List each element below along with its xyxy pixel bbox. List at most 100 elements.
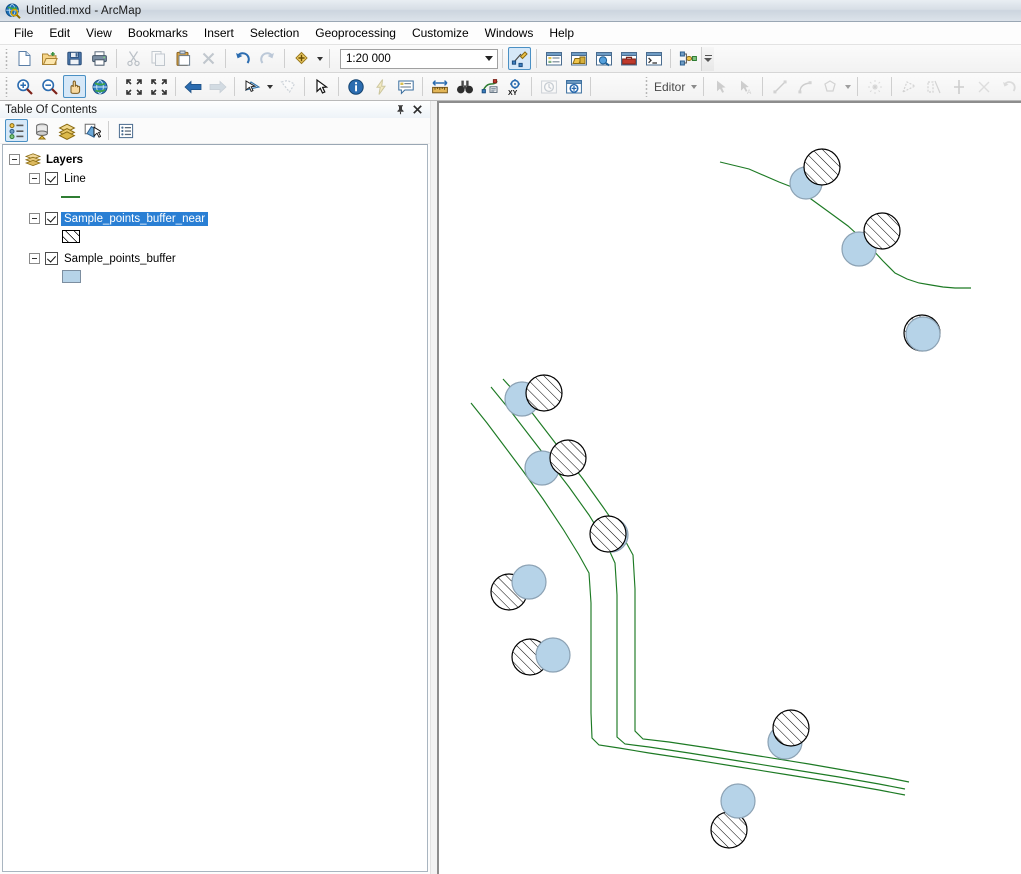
globe-full-extent-icon[interactable] xyxy=(88,75,111,98)
cut-button[interactable] xyxy=(122,47,145,70)
redo-button[interactable] xyxy=(256,47,279,70)
zoom-in-tool[interactable] xyxy=(13,75,36,98)
near-buffer-1 xyxy=(803,148,841,186)
expander-icon[interactable] xyxy=(29,213,40,224)
toolbar-separator xyxy=(891,77,893,96)
go-to-xy-icon[interactable]: XY xyxy=(503,75,526,98)
toolbar-overflow-button[interactable] xyxy=(701,46,714,71)
menu-file[interactable]: File xyxy=(6,23,41,43)
menu-bookmarks[interactable]: Bookmarks xyxy=(120,23,196,43)
menu-view[interactable]: View xyxy=(78,23,120,43)
zoom-out-tool[interactable] xyxy=(38,75,61,98)
layer-visibility-checkbox[interactable] xyxy=(45,172,58,185)
menu-help[interactable]: Help xyxy=(541,23,582,43)
toc-options-button[interactable] xyxy=(114,119,137,142)
paste-button[interactable] xyxy=(172,47,195,70)
copy-button[interactable] xyxy=(147,47,170,70)
toolbar-separator xyxy=(502,49,503,68)
python-window-button[interactable] xyxy=(642,47,665,70)
close-icon[interactable] xyxy=(410,102,425,117)
catalog-window-button[interactable] xyxy=(567,47,590,70)
map-canvas[interactable] xyxy=(439,103,1021,874)
toolbar-grip[interactable] xyxy=(3,76,10,97)
hyperlink-lightning-icon[interactable] xyxy=(369,75,392,98)
undo-edit-icon[interactable] xyxy=(997,75,1020,98)
standard-toolbar: 1:20 000 xyxy=(0,45,1021,73)
menu-geoprocessing[interactable]: Geoprocessing xyxy=(307,23,404,43)
svg-text:XY: XY xyxy=(508,90,518,96)
construction-polygon-icon[interactable] xyxy=(818,75,841,98)
edit-vertices-dotted-icon[interactable] xyxy=(863,75,886,98)
measure-ruler-icon[interactable] xyxy=(428,75,451,98)
back-arrow-icon[interactable] xyxy=(181,75,204,98)
toolbar-separator xyxy=(175,77,176,96)
print-button[interactable] xyxy=(88,47,111,70)
delete-button[interactable] xyxy=(197,47,220,70)
find-route-icon[interactable] xyxy=(478,75,501,98)
toolbar-separator xyxy=(234,77,235,96)
map-scale-combobox[interactable]: 1:20 000 xyxy=(340,48,498,69)
forward-arrow-icon[interactable] xyxy=(206,75,229,98)
straight-segment-icon[interactable] xyxy=(768,75,791,98)
fixed-zoom-out-tool[interactable] xyxy=(147,75,170,98)
layer-visibility-checkbox[interactable] xyxy=(45,212,58,225)
select-features-dropdown-arrow[interactable] xyxy=(264,75,275,98)
toc-layer-sample-points-buffer-near[interactable]: Sample_points_buffer_near xyxy=(3,209,427,228)
curve-segment-icon[interactable] xyxy=(793,75,816,98)
undo-button[interactable] xyxy=(231,47,254,70)
menu-insert[interactable]: Insert xyxy=(196,23,242,43)
toc-root-layers[interactable]: Layers xyxy=(3,150,427,169)
modelbuilder-button[interactable] xyxy=(676,47,699,70)
time-slider-clock-icon[interactable] xyxy=(537,75,560,98)
add-data-dropdown-arrow[interactable] xyxy=(314,47,325,70)
panel-splitter[interactable] xyxy=(430,101,437,874)
editor-toolbar-grip[interactable] xyxy=(643,76,650,97)
table-of-contents-button[interactable] xyxy=(542,47,565,70)
editor-toolbar-toggle[interactable] xyxy=(508,47,531,70)
toolbar-separator xyxy=(304,77,305,96)
arctoolbox-button[interactable] xyxy=(617,47,640,70)
toc-layer-tree[interactable]: Layers Line Sample_points_buffer_near Sa… xyxy=(2,144,428,872)
menu-customize[interactable]: Customize xyxy=(404,23,477,43)
fixed-zoom-in-tool[interactable] xyxy=(122,75,145,98)
editor-menu-dropdown-arrow[interactable] xyxy=(688,75,699,98)
list-by-visibility-button[interactable] xyxy=(55,119,78,142)
construction-dropdown-arrow[interactable] xyxy=(842,75,853,98)
list-by-source-button[interactable] xyxy=(30,119,53,142)
search-window-button[interactable] xyxy=(592,47,615,70)
list-by-drawing-order-button[interactable] xyxy=(5,119,28,142)
chevron-down-icon[interactable] xyxy=(481,50,497,68)
toolbar-separator xyxy=(116,77,117,96)
new-map-button[interactable] xyxy=(13,47,36,70)
menu-windows[interactable]: Windows xyxy=(477,23,542,43)
arrow-pointer-icon[interactable] xyxy=(310,75,333,98)
edit-annotation-icon[interactable]: A xyxy=(734,75,757,98)
open-button[interactable] xyxy=(38,47,61,70)
add-data-button[interactable] xyxy=(290,47,313,70)
save-button[interactable] xyxy=(63,47,86,70)
editor-menu-button[interactable]: Editor xyxy=(652,80,688,94)
binoculars-find-icon[interactable] xyxy=(453,75,476,98)
select-features-icon[interactable] xyxy=(240,75,263,98)
cut-polygons-icon[interactable] xyxy=(922,75,945,98)
pin-icon[interactable] xyxy=(393,102,408,117)
layer-visibility-checkbox[interactable] xyxy=(45,252,58,265)
toolbar-grip[interactable] xyxy=(3,48,10,69)
toc-layer-sample-points-buffer[interactable]: Sample_points_buffer xyxy=(3,249,427,268)
expander-icon[interactable] xyxy=(9,154,20,165)
rotate-tool-icon[interactable] xyxy=(972,75,995,98)
menu-edit[interactable]: Edit xyxy=(41,23,78,43)
toc-layer-line[interactable]: Line xyxy=(3,169,427,188)
reshape-feature-icon[interactable] xyxy=(897,75,920,98)
menu-selection[interactable]: Selection xyxy=(242,23,307,43)
pan-tool[interactable] xyxy=(63,75,86,98)
expander-icon[interactable] xyxy=(29,253,40,264)
viewer-window-icon[interactable] xyxy=(562,75,585,98)
edit-arrow-icon[interactable] xyxy=(709,75,732,98)
expander-icon[interactable] xyxy=(29,173,40,184)
html-popup-icon[interactable] xyxy=(394,75,417,98)
identify-info-icon[interactable] xyxy=(344,75,367,98)
list-by-selection-button[interactable] xyxy=(80,119,103,142)
clear-selection-icon[interactable] xyxy=(276,75,299,98)
split-tool-icon[interactable] xyxy=(947,75,970,98)
